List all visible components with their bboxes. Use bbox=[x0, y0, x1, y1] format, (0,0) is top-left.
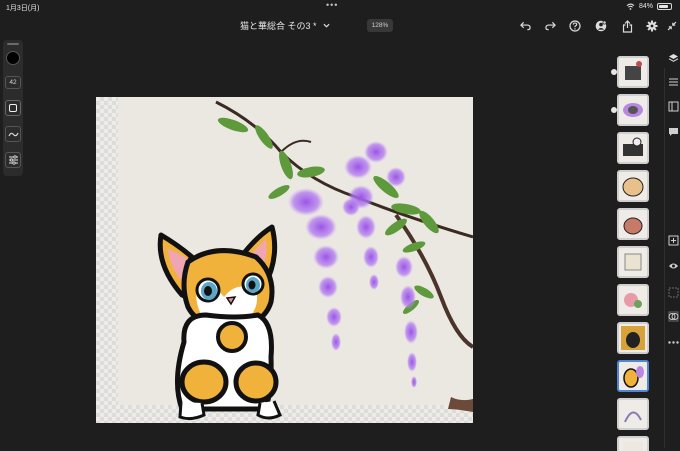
layer-thumbnail[interactable] bbox=[617, 322, 649, 354]
opacity-square bbox=[9, 104, 17, 112]
more-icon[interactable] bbox=[667, 336, 679, 348]
account-icon[interactable] bbox=[593, 18, 609, 34]
drawing-canvas[interactable] bbox=[96, 97, 473, 423]
brush-size[interactable]: 42 bbox=[5, 76, 21, 89]
battery-fill bbox=[659, 5, 669, 8]
add-layer-icon[interactable] bbox=[667, 234, 679, 246]
color-swatch[interactable] bbox=[6, 51, 20, 65]
layer-thumbnail-active[interactable] bbox=[617, 360, 649, 392]
mask-icon[interactable] bbox=[667, 286, 679, 298]
rail-divider bbox=[664, 68, 665, 448]
document-title-button[interactable]: 猫と華総合 その3 * bbox=[240, 19, 330, 32]
collapse-icon[interactable] bbox=[664, 18, 680, 34]
layer-link-handle[interactable] bbox=[611, 69, 617, 75]
multitasking-dots[interactable]: ••• bbox=[326, 0, 338, 10]
status-indicators: 84% bbox=[626, 3, 672, 10]
help-icon[interactable] bbox=[567, 18, 583, 34]
status-time: 1月3日(月) bbox=[6, 5, 40, 12]
wifi-icon bbox=[626, 3, 635, 10]
undo-icon[interactable] bbox=[517, 18, 533, 34]
layers-panel bbox=[611, 50, 654, 451]
adjustments-icon[interactable] bbox=[667, 76, 679, 88]
document-title: 猫と華総合 その3 * bbox=[240, 21, 317, 31]
layers-icon[interactable] bbox=[667, 52, 679, 64]
battery-percent: 84% bbox=[638, 3, 653, 10]
cat-illustration bbox=[157, 224, 282, 421]
right-tool-rail bbox=[664, 40, 680, 451]
redo-icon[interactable] bbox=[542, 18, 558, 34]
layer-thumbnail[interactable] bbox=[617, 246, 649, 278]
battery-icon bbox=[657, 3, 672, 10]
chevron-down-icon bbox=[322, 23, 330, 28]
wisteria-flowers bbox=[288, 141, 418, 388]
layer-thumbnail[interactable] bbox=[617, 208, 649, 240]
layer-thumbnail[interactable] bbox=[617, 94, 649, 126]
layer-thumbnail[interactable] bbox=[617, 56, 649, 88]
layer-thumbnail[interactable] bbox=[617, 132, 649, 164]
status-bar: 1月3日(月) ••• 84% bbox=[0, 0, 680, 14]
layer-thumbnail[interactable] bbox=[617, 170, 649, 202]
share-icon[interactable] bbox=[619, 18, 635, 34]
properties-icon[interactable] bbox=[667, 100, 679, 112]
artwork bbox=[157, 100, 473, 421]
brush-settings-icon[interactable] bbox=[5, 152, 21, 168]
tool-rail: 42 bbox=[3, 40, 23, 176]
layer-thumbnail[interactable] bbox=[617, 284, 649, 316]
opacity-control[interactable] bbox=[5, 100, 21, 116]
settings-icon[interactable] bbox=[644, 18, 660, 34]
layer-link-handle[interactable] bbox=[611, 107, 617, 113]
top-toolbar: 猫と華総合 その3 * 128% bbox=[0, 14, 680, 38]
merge-icon[interactable] bbox=[667, 310, 679, 322]
layer-thumbnail[interactable] bbox=[617, 398, 649, 430]
comment-icon[interactable] bbox=[667, 126, 679, 138]
layer-thumbnail[interactable] bbox=[617, 436, 649, 451]
zoom-level[interactable]: 128% bbox=[367, 19, 393, 32]
smoothing-icon[interactable] bbox=[5, 126, 21, 142]
rail-grip[interactable] bbox=[7, 43, 19, 45]
visibility-icon[interactable] bbox=[667, 260, 679, 272]
